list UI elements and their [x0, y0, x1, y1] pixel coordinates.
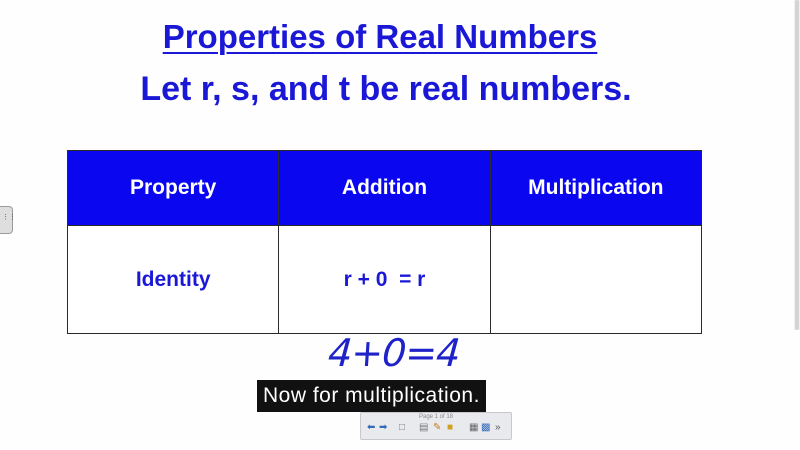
slide-subtitle: Let r, s, and t be real numbers. — [140, 70, 632, 108]
back-arrow-icon[interactable]: ⬅ — [367, 422, 375, 434]
note-icon[interactable]: ■ — [447, 422, 453, 434]
header-addition: Addition — [278, 150, 491, 226]
vertical-scrollbar[interactable] — [794, 0, 800, 330]
table-header-row: Property Addition Multiplication — [66, 150, 703, 226]
subtitle-caption: Now for multiplication. — [257, 380, 486, 412]
header-multiplication: Multiplication — [489, 150, 703, 226]
page-indicator: Page 1 of 18 — [418, 414, 454, 420]
table-row: Identity r + 0 = r — [66, 225, 703, 334]
page-icon[interactable]: □ — [399, 422, 405, 434]
grip-icon: ⋮⋮ — [2, 214, 16, 221]
screen-icon[interactable]: ▩ — [481, 422, 490, 434]
page-toolbar: Page 1 of 18 ⬅ ➡ □ ▤ ✎ ■ ▦ ▩ » — [360, 412, 512, 440]
slide-title: Properties of Real Numbers — [162, 18, 598, 55]
handwritten-example: 4+0=4 — [327, 331, 461, 375]
table-icon[interactable]: ▤ — [419, 422, 428, 434]
forward-arrow-icon[interactable]: ➡ — [379, 422, 387, 434]
side-panel-tab[interactable]: ⋮⋮ — [0, 206, 16, 234]
properties-table: Property Addition Multiplication Identit… — [66, 150, 703, 334]
cell-property-identity: Identity — [66, 225, 280, 334]
handwritten-equation: 4+0=4 — [327, 331, 461, 375]
scrollbar-thumb[interactable] — [795, 0, 799, 330]
cell-addition-identity: r + 0 = r — [278, 225, 491, 334]
view-icon[interactable]: ▦ — [469, 422, 478, 434]
whiteboard-slide: Properties of Real Numbers Let r, s, and… — [0, 0, 800, 450]
cell-multiplication-identity — [489, 225, 703, 334]
more-icon[interactable]: » — [495, 422, 501, 434]
pen-icon[interactable]: ✎ — [433, 422, 441, 434]
header-property: Property — [66, 150, 280, 226]
